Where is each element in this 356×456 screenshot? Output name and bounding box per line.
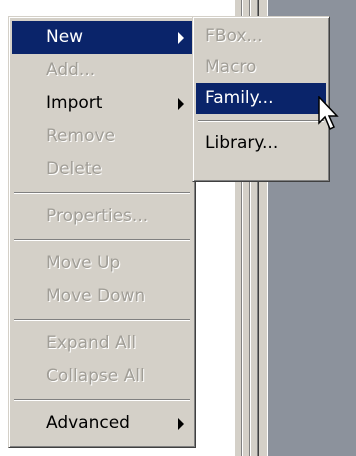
submenu-item-family[interactable]: Family... bbox=[196, 83, 326, 114]
menu-item-label: Expand All bbox=[46, 333, 137, 353]
submenu-item-library[interactable]: Library... bbox=[196, 128, 326, 159]
mouse-pointer-icon bbox=[318, 96, 339, 131]
menu-item-label: Properties... bbox=[46, 206, 149, 226]
menu-item-delete[interactable]: Delete bbox=[12, 153, 192, 186]
menu-item-remove[interactable]: Remove bbox=[12, 120, 192, 153]
context-menu: New Add... Import Remove Delete Properti… bbox=[8, 16, 196, 448]
menu-item-label: Advanced bbox=[46, 413, 130, 433]
screen: New Add... Import Remove Delete Properti… bbox=[0, 0, 356, 456]
menu-item-label: Add... bbox=[46, 60, 96, 80]
menu-item-properties[interactable]: Properties... bbox=[12, 200, 192, 233]
menu-separator bbox=[14, 239, 190, 241]
new-submenu: FBox... Macro Family... Library... bbox=[192, 16, 330, 182]
menu-item-label: Move Down bbox=[46, 286, 146, 306]
chevron-right-icon bbox=[178, 417, 184, 430]
chevron-right-icon bbox=[178, 97, 184, 110]
menu-item-advanced[interactable]: Advanced bbox=[12, 407, 192, 440]
submenu-item-macro[interactable]: Macro bbox=[196, 52, 326, 83]
menu-item-label: Remove bbox=[46, 126, 115, 146]
menu-item-new[interactable]: New bbox=[12, 21, 192, 54]
menu-item-collapse-all[interactable]: Collapse All bbox=[12, 360, 192, 393]
menu-item-import[interactable]: Import bbox=[12, 87, 192, 120]
menu-item-label: New bbox=[46, 27, 84, 47]
submenu-item-fbox[interactable]: FBox... bbox=[196, 21, 326, 52]
menu-separator bbox=[198, 120, 324, 122]
menu-item-add[interactable]: Add... bbox=[12, 54, 192, 87]
chevron-right-icon bbox=[178, 31, 184, 44]
menu-item-expand-all[interactable]: Expand All bbox=[12, 327, 192, 360]
menu-item-move-up[interactable]: Move Up bbox=[12, 247, 192, 280]
menu-item-label: Move Up bbox=[46, 253, 121, 273]
menu-item-label: Import bbox=[46, 93, 103, 113]
menu-item-label: Delete bbox=[46, 159, 102, 179]
menu-item-label: Macro bbox=[205, 57, 257, 77]
menu-item-label: FBox... bbox=[205, 26, 263, 46]
menu-separator bbox=[14, 192, 190, 194]
menu-item-label: Collapse All bbox=[46, 366, 145, 386]
menu-separator bbox=[14, 399, 190, 401]
menu-item-label: Library... bbox=[205, 133, 279, 153]
menu-item-move-down[interactable]: Move Down bbox=[12, 280, 192, 313]
menu-separator bbox=[14, 319, 190, 321]
menu-item-label: Family... bbox=[205, 88, 274, 108]
